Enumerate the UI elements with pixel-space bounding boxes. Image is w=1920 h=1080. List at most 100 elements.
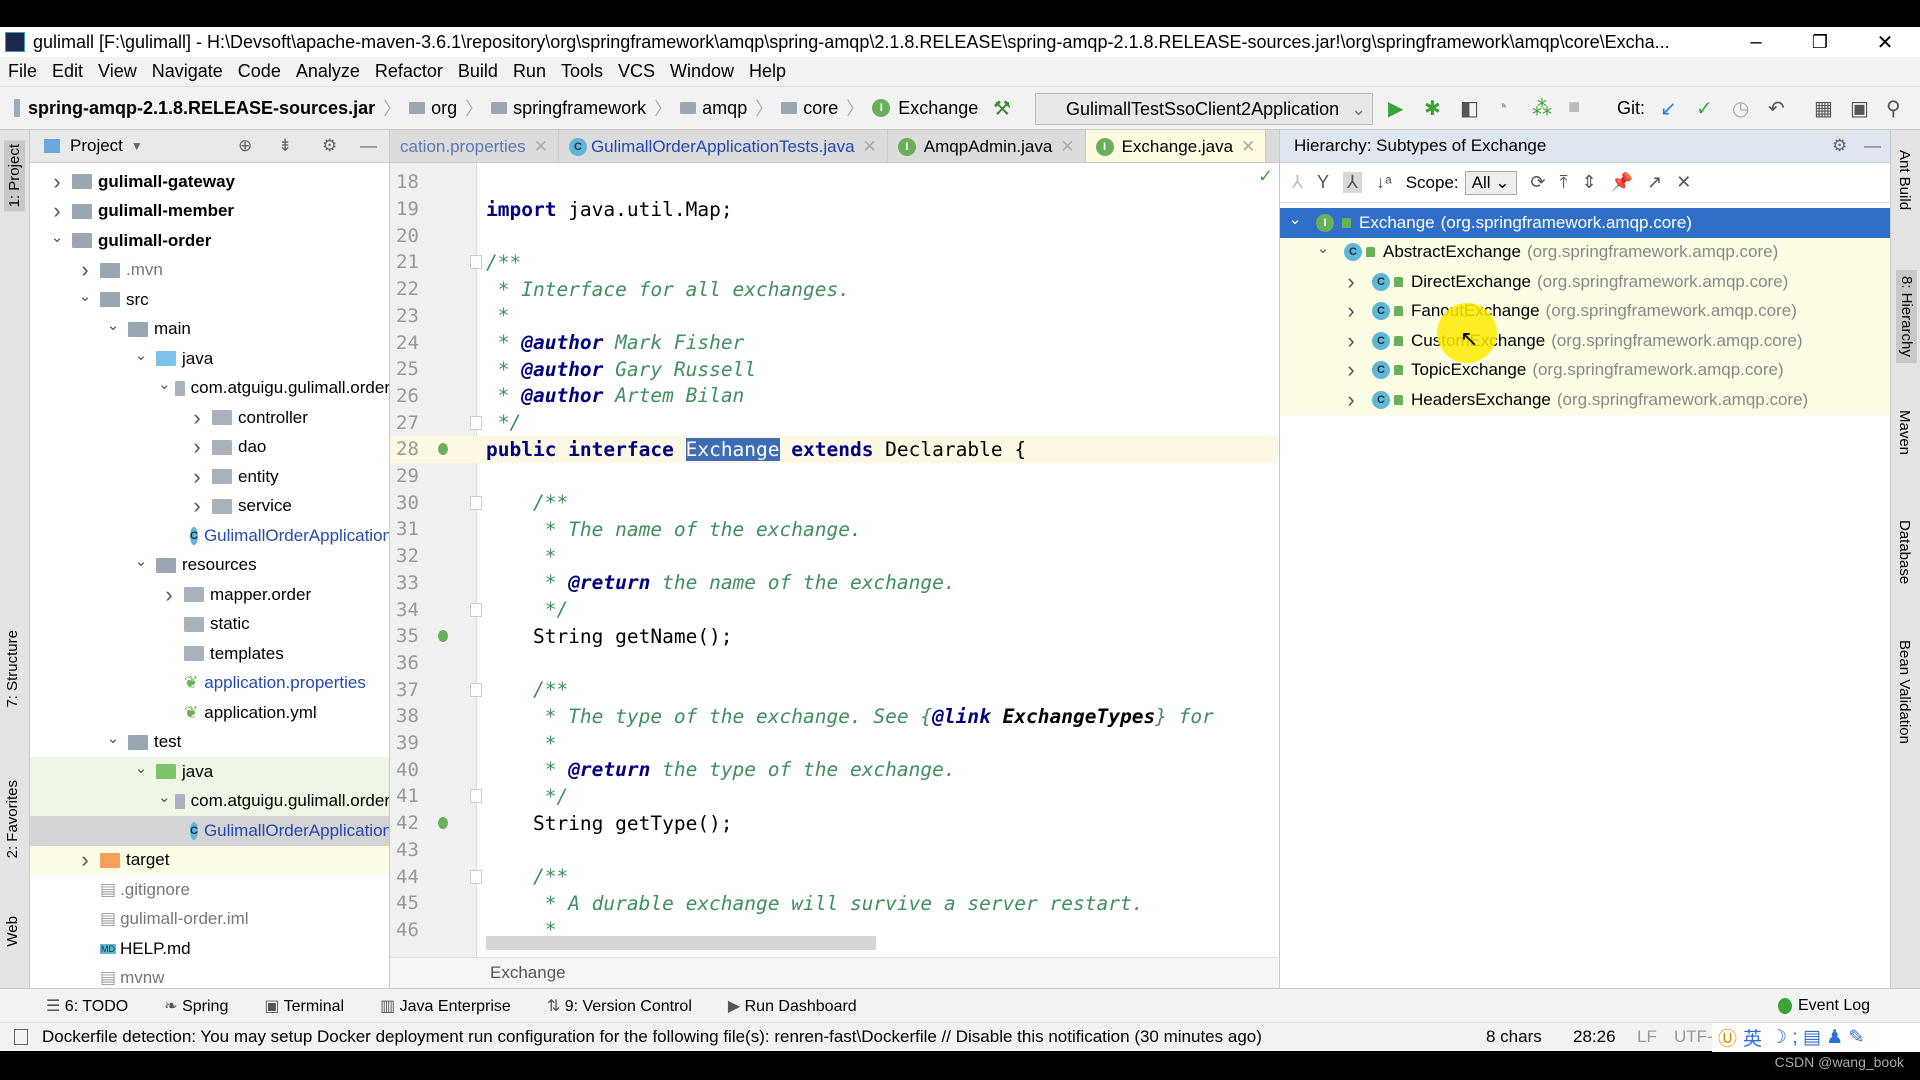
tree-item[interactable]: ⌄ resources <box>30 551 389 581</box>
tree-item[interactable]: › .mvn <box>30 256 389 286</box>
code-line[interactable]: 34 */ <box>390 596 1278 623</box>
code-line[interactable]: 24 * @author Mark Fisher <box>390 329 1278 356</box>
coverage-icon[interactable]: ◧ <box>1460 96 1479 121</box>
breadcrumb-item[interactable]: spring-amqp-2.1.8.RELEASE-sources.jar <box>14 98 375 119</box>
code-line[interactable]: 18 <box>390 169 1278 196</box>
chevron-down-icon[interactable]: ⌄ <box>1284 210 1306 228</box>
menu-run[interactable]: Run <box>513 61 546 82</box>
chevron-down-icon[interactable]: ⌄ <box>130 759 152 777</box>
fold-marker-icon[interactable] <box>470 869 482 884</box>
chevron-right-icon[interactable]: › <box>1340 328 1362 354</box>
terminal-window-icon[interactable]: ▣ <box>1850 96 1869 121</box>
code-line[interactable]: 39 * <box>390 730 1278 757</box>
fold-marker-icon[interactable] <box>470 602 482 617</box>
restore-button[interactable]: ❐ <box>1790 27 1850 57</box>
hierarchy-item[interactable]: ⌄ C AbstractExchange (org.springframework.a… <box>1280 237 1890 267</box>
tool-tab-project[interactable]: 1: Project <box>4 140 25 212</box>
tool-tab-structure[interactable]: 7: Structure <box>4 630 21 708</box>
debug-icon[interactable]: ✱ <box>1424 96 1441 121</box>
minimize-button[interactable]: – <box>1726 27 1786 57</box>
menu-analyze[interactable]: Analyze <box>296 61 360 82</box>
breadcrumb-item[interactable]: I Exchange <box>872 98 978 119</box>
tree-item[interactable]: ❦ application.yml <box>30 698 389 728</box>
chevron-down-icon[interactable]: ⌄ <box>130 552 152 570</box>
menu-file[interactable]: File <box>8 61 37 82</box>
chevron-right-icon[interactable]: › <box>1340 269 1362 295</box>
tree-item[interactable]: ⌄ com.atguigu.gulimall.order <box>30 374 389 404</box>
editor-tab[interactable]: C GulimallOrderApplicationTests.java ✕ <box>559 130 888 162</box>
tool-tab-database[interactable]: Database <box>1896 520 1913 584</box>
tree-item[interactable]: ⌄ main <box>30 315 389 345</box>
code-line[interactable]: 44 /** <box>390 863 1278 890</box>
tool-tab-maven[interactable]: Maven <box>1896 410 1913 455</box>
bottom-tab[interactable]: ☰ 6: TODO <box>46 996 128 1016</box>
chevron-right-icon[interactable]: › <box>1340 298 1362 324</box>
code-line[interactable]: 20 <box>390 222 1278 249</box>
git-revert-icon[interactable]: ↶ <box>1768 96 1785 121</box>
breadcrumb-item[interactable]: org <box>409 98 457 119</box>
attach-debugger-icon[interactable]: ⁂ <box>1532 96 1552 121</box>
profile-icon[interactable]: ◔ <box>1496 96 1508 119</box>
chevron-down-icon[interactable]: ⌄ <box>46 228 68 246</box>
tree-item[interactable]: ⌄ gulimall-order <box>30 226 389 256</box>
fold-marker-icon[interactable] <box>470 789 482 804</box>
tree-item[interactable]: › entity <box>30 462 389 492</box>
menu-vcs[interactable]: VCS <box>618 61 655 82</box>
hierarchy-item[interactable]: ›CFanoutExchange(org.springframework.amq… <box>1280 296 1890 326</box>
bottom-tab[interactable]: ▣ Terminal <box>264 996 344 1016</box>
bottom-tab[interactable]: ⇅ 9: Version Control <box>547 996 692 1016</box>
tree-item[interactable]: ⌄ src <box>30 285 389 315</box>
breadcrumb-exchange[interactable]: Exchange <box>490 963 566 983</box>
status-message[interactable]: Dockerfile detection: You may setup Dock… <box>42 1027 1262 1047</box>
gear-icon[interactable]: ⚙ <box>322 136 337 156</box>
tree-item[interactable]: static <box>30 610 389 640</box>
notification-icon[interactable] <box>14 1029 28 1045</box>
file-encoding[interactable]: UTF- <box>1674 1027 1713 1047</box>
code-line[interactable]: 45 * A durable exchange will survive a s… <box>390 890 1278 917</box>
bottom-tab[interactable]: ▶ Run Dashboard <box>728 996 857 1016</box>
breadcrumb-item[interactable]: amqp <box>680 98 747 119</box>
supertypes-icon[interactable]: Y <box>1317 172 1329 193</box>
tree-item[interactable]: ▤ mvnw <box>30 964 389 989</box>
editor-tab[interactable]: cation.properties ✕ <box>390 130 559 162</box>
caret-position[interactable]: 28:26 <box>1573 1027 1616 1047</box>
menu-view[interactable]: View <box>98 61 137 82</box>
tree-item[interactable]: templates <box>30 639 389 669</box>
code-line[interactable]: 21 /** <box>390 249 1278 276</box>
tree-item[interactable]: › gulimall-member <box>30 197 389 227</box>
close-icon[interactable]: ✕ <box>1676 172 1691 193</box>
editor-tab[interactable]: I AmqpAdmin.java ✕ <box>888 130 1086 162</box>
tree-item[interactable]: ⌄ java <box>30 344 389 374</box>
code-line[interactable]: 22 * Interface for all exchanges. <box>390 276 1278 303</box>
refresh-icon[interactable]: ⟳ <box>1531 172 1546 193</box>
code-line[interactable]: 30 /** <box>390 489 1278 516</box>
chevron-down-icon[interactable]: ⌄ <box>102 729 124 747</box>
fold-marker-icon[interactable] <box>470 495 482 510</box>
bottom-tab[interactable]: ▥ Java Enterprise <box>380 996 511 1016</box>
tree-item[interactable]: ⌄ com.atguigu.gulimall.order <box>30 786 389 816</box>
chevron-right-icon[interactable]: › <box>158 582 180 608</box>
hierarchy-item[interactable]: ›CCustomExchange(org.springframework.amq… <box>1280 326 1890 356</box>
code-line[interactable]: 31 * The name of the exchange. <box>390 516 1278 543</box>
tree-item[interactable]: › service <box>30 492 389 522</box>
hierarchy-item[interactable]: ⌄ I Exchange (org.springframework.amqp.core… <box>1280 208 1890 238</box>
chevron-right-icon[interactable]: › <box>1340 357 1362 383</box>
implemented-marker-icon[interactable] <box>438 630 448 643</box>
code-line[interactable]: 32 * <box>390 543 1278 570</box>
code-line[interactable]: 41 */ <box>390 783 1278 810</box>
chevron-down-icon[interactable]: ⌄ <box>158 788 171 806</box>
chevron-down-icon[interactable]: ⌄ <box>102 316 124 334</box>
project-structure-icon[interactable]: ▦ <box>1814 96 1833 121</box>
horizontal-scrollbar[interactable] <box>486 936 876 950</box>
open-external-icon[interactable]: ↗ <box>1647 172 1662 193</box>
code-line[interactable]: 42 String getType(); <box>390 810 1278 837</box>
tree-item[interactable]: › target <box>30 845 389 875</box>
tree-item[interactable]: › controller <box>30 403 389 433</box>
tree-item[interactable]: › gulimall-gateway <box>30 167 389 197</box>
type-hierarchy-icon[interactable]: ⅄ <box>1292 172 1303 193</box>
code-line[interactable]: 19 import java.util.Map; <box>390 196 1278 223</box>
tree-item[interactable]: ⌄ java <box>30 757 389 787</box>
event-log-button[interactable]: Event Log <box>1778 997 1870 1015</box>
fold-marker-icon[interactable] <box>470 415 482 430</box>
code-area[interactable]: 18 19 import java.util.Map; 20 21/** 22 * Int… <box>390 163 1278 957</box>
